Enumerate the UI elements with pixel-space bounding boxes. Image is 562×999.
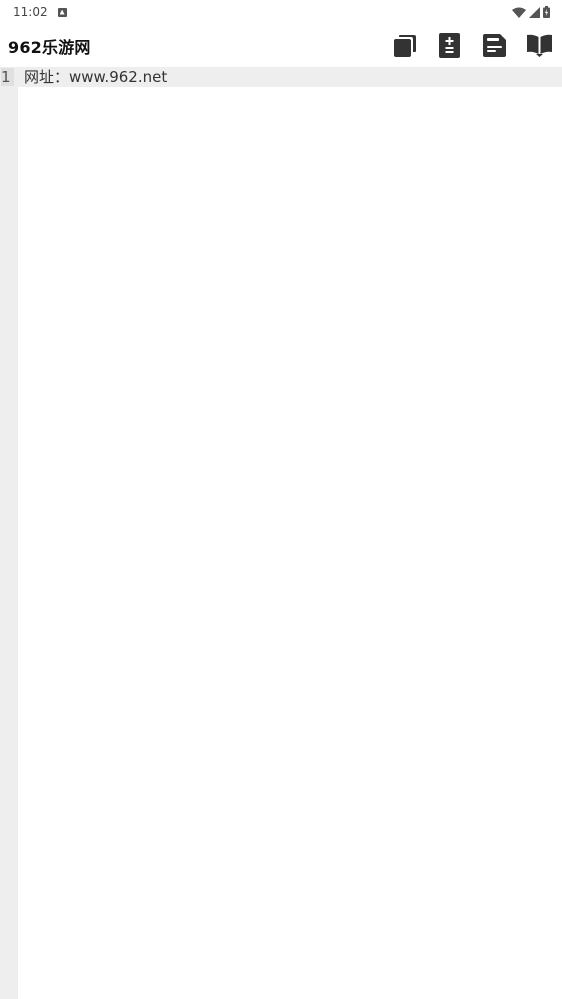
editor-line[interactable]: 1 网址：www.962.net — [0, 67, 562, 87]
diff-button[interactable] — [437, 33, 462, 58]
status-bar: 11:02 — [0, 0, 562, 24]
line-text[interactable]: 网址：www.962.net — [24, 68, 167, 86]
app-title: 962乐游网 — [8, 37, 91, 57]
action-buttons — [392, 33, 552, 58]
save-icon — [483, 34, 506, 57]
status-left: 11:02 — [13, 5, 67, 19]
file-diff-icon — [439, 33, 460, 58]
copy-button[interactable] — [392, 33, 417, 58]
notification-a-icon — [57, 7, 67, 17]
status-time: 11:02 — [13, 5, 48, 19]
text-editor[interactable]: 1 网址：www.962.net — [0, 67, 562, 999]
battery-icon — [543, 6, 550, 18]
app-bar: 962乐游网 — [0, 24, 562, 67]
status-right — [512, 6, 550, 18]
line-number: 1 — [1, 68, 14, 86]
wifi-icon — [512, 7, 526, 18]
open-book-button[interactable] — [527, 33, 552, 58]
copy-icon — [393, 34, 416, 57]
book-open-icon — [527, 34, 552, 57]
cell-signal-icon — [529, 6, 540, 18]
save-button[interactable] — [482, 33, 507, 58]
line-number-gutter — [0, 67, 18, 999]
